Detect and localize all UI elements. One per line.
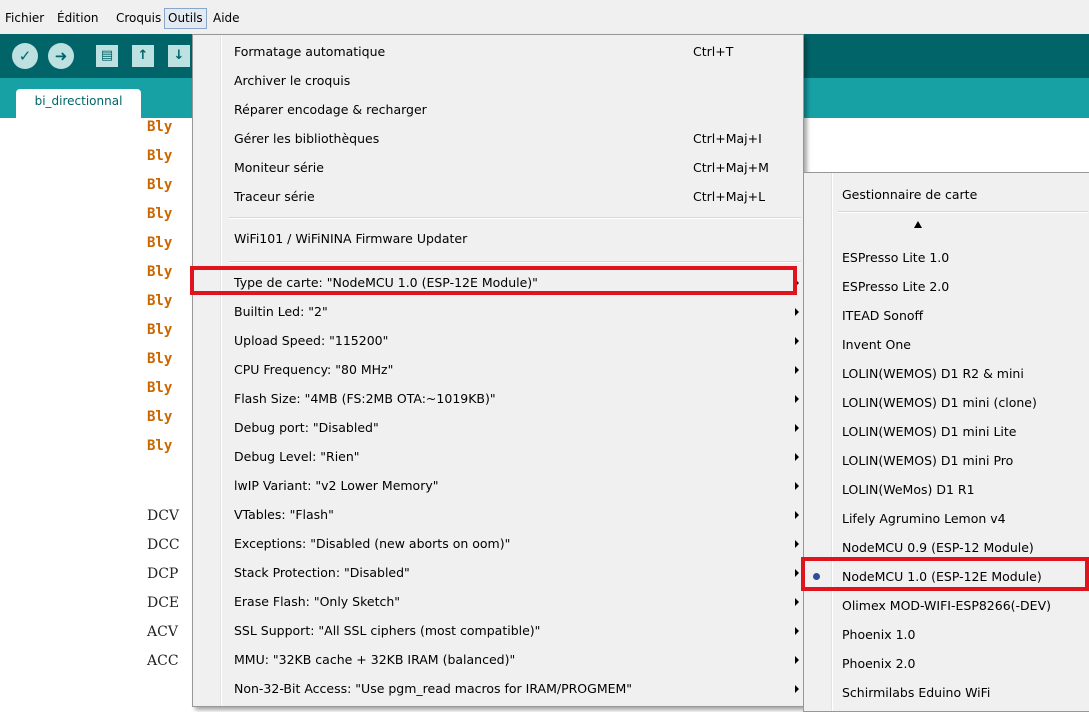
page-icon[interactable]: ▤ bbox=[96, 45, 118, 67]
code-line: Bly bbox=[147, 148, 173, 164]
board-submenu: Gestionnaire de carte ESPresso Lite 1.0 … bbox=[803, 172, 1089, 712]
arrow-up-icon[interactable]: ↑ bbox=[132, 45, 154, 67]
code-line: DCC bbox=[147, 537, 180, 553]
code-line: Bly bbox=[147, 293, 173, 309]
board-item[interactable]: LOLIN(WeMos) D1 R1 bbox=[804, 475, 1089, 503]
board-item[interactable]: ESPresso Lite 1.0 bbox=[804, 243, 1089, 271]
arrow-down-icon[interactable]: ↓ bbox=[168, 45, 190, 67]
submenu-arrow-icon bbox=[795, 511, 799, 519]
menu-croquis[interactable]: Croquis bbox=[113, 9, 164, 28]
submenu-arrow-icon bbox=[795, 685, 799, 693]
menu-outils[interactable]: Outils bbox=[164, 8, 207, 29]
submenu-arrow-icon bbox=[795, 424, 799, 432]
board-item[interactable]: ITEAD Sonoff bbox=[804, 301, 1089, 329]
menu-aide[interactable]: Aide bbox=[210, 9, 243, 28]
triangle-up-icon[interactable] bbox=[914, 221, 922, 228]
submenu-arrow-icon bbox=[795, 598, 799, 606]
submenu-arrow-icon bbox=[795, 453, 799, 461]
board-manager-item[interactable]: Gestionnaire de carte bbox=[804, 180, 1089, 208]
code-line: Bly bbox=[147, 380, 173, 396]
board-item[interactable]: ESPresso Lite 2.0 bbox=[804, 272, 1089, 300]
menu-separator bbox=[838, 211, 1088, 213]
arrow-right-icon[interactable]: ➜ bbox=[48, 43, 74, 69]
code-line: Bly bbox=[147, 438, 173, 454]
submenu-arrow-icon bbox=[795, 656, 799, 664]
code-line: DCP bbox=[147, 566, 179, 582]
board-item[interactable]: LOLIN(WEMOS) D1 R2 & mini bbox=[804, 359, 1089, 387]
board-item[interactable]: Olimex MOD-WIFI-ESP8266(-DEV) bbox=[804, 591, 1089, 619]
code-line: Bly bbox=[147, 322, 173, 338]
submenu-arrow-icon bbox=[795, 627, 799, 635]
code-line: Bly bbox=[147, 351, 173, 367]
code-line: Bly bbox=[147, 177, 173, 193]
submenu-arrow-icon bbox=[795, 337, 799, 345]
code-line: Bly bbox=[147, 264, 173, 280]
board-item[interactable]: Invent One bbox=[804, 330, 1089, 358]
code-line: DCV bbox=[147, 508, 180, 524]
menu-fichier[interactable]: Fichier bbox=[2, 9, 47, 28]
submenu-arrow-icon bbox=[795, 540, 799, 548]
menu-separator bbox=[229, 261, 801, 263]
menu-separator bbox=[229, 217, 801, 219]
code-line: ACC bbox=[147, 653, 179, 669]
code-line: Bly bbox=[147, 119, 173, 135]
submenu-arrow-icon bbox=[795, 569, 799, 577]
board-item[interactable]: LOLIN(WEMOS) D1 mini Pro bbox=[804, 446, 1089, 474]
submenu-arrow-icon bbox=[795, 308, 799, 316]
menu-edition[interactable]: Édition bbox=[54, 9, 102, 28]
code-line: Bly bbox=[147, 409, 173, 425]
submenu-arrow-icon bbox=[795, 482, 799, 490]
tab-bi-directionnal[interactable]: bi_directionnal bbox=[16, 89, 141, 118]
board-item[interactable]: LOLIN(WEMOS) D1 mini (clone) bbox=[804, 388, 1089, 416]
submenu-arrow-icon bbox=[795, 395, 799, 403]
code-line: Bly bbox=[147, 235, 173, 251]
tools-menu: Formatage automatique Ctrl+T Archiver le… bbox=[192, 34, 804, 707]
board-item[interactable]: Schirmilabs Eduino WiFi bbox=[804, 678, 1089, 706]
menu-bar: Fichier Édition Croquis Outils Aide bbox=[0, 0, 1089, 34]
code-line: DCE bbox=[147, 595, 180, 611]
submenu-arrow-icon bbox=[795, 366, 799, 374]
highlight-type-de-carte bbox=[190, 266, 797, 295]
board-item[interactable]: Lifely Agrumino Lemon v4 bbox=[804, 504, 1089, 532]
board-item[interactable]: Phoenix 1.0 bbox=[804, 620, 1089, 648]
board-item[interactable]: LOLIN(WEMOS) D1 mini Lite bbox=[804, 417, 1089, 445]
check-icon[interactable]: ✓ bbox=[12, 43, 38, 69]
highlight-selected-board bbox=[801, 557, 1089, 591]
board-item[interactable]: Phoenix 2.0 bbox=[804, 649, 1089, 677]
code-line: Bly bbox=[147, 206, 173, 222]
code-line: ACV bbox=[147, 624, 178, 640]
